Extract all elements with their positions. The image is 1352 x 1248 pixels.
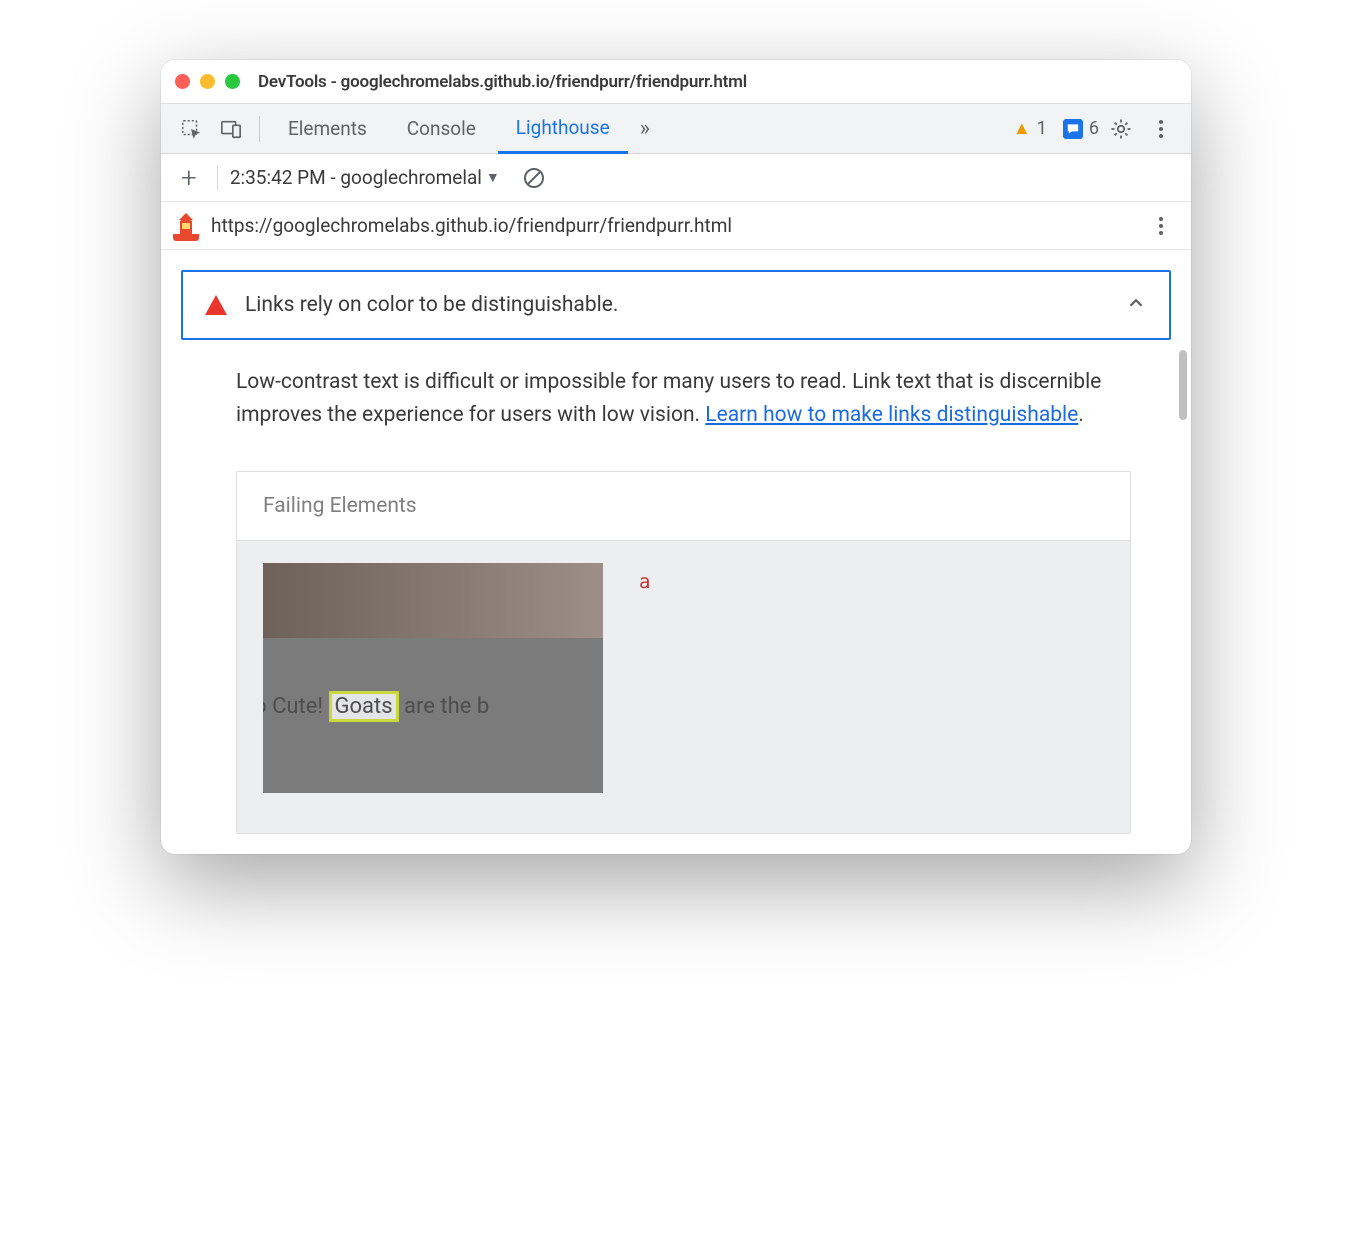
tab-elements[interactable]: Elements (270, 104, 385, 154)
chevron-down-icon: ▼ (486, 169, 500, 186)
zoom-window-button[interactable] (225, 74, 240, 89)
report-select[interactable]: 2:35:42 PM - googlechromelal ▼ (230, 166, 500, 189)
report-menu-button[interactable] (1143, 208, 1179, 244)
lighthouse-subbar: + 2:35:42 PM - googlechromelal ▼ (161, 154, 1191, 202)
scrollbar-thumb[interactable] (1179, 350, 1187, 420)
audit-header[interactable]: Links rely on color to be distinguishabl… (181, 270, 1171, 340)
divider (217, 166, 218, 190)
failing-elements-box: Failing Elements So Cute! Goats are the … (236, 471, 1131, 834)
new-report-button[interactable]: + (173, 161, 205, 194)
traffic-lights (175, 74, 240, 89)
clear-icon[interactable] (520, 164, 548, 192)
highlighted-link-text: Goats (329, 691, 399, 722)
tab-lighthouse[interactable]: Lighthouse (498, 104, 628, 154)
warning-icon: ▲ (1013, 118, 1031, 139)
tab-console[interactable]: Console (389, 104, 494, 154)
more-options-button[interactable] (1143, 111, 1179, 147)
devtools-window: DevTools - googlechromelabs.github.io/fr… (161, 60, 1191, 854)
caption-pre: So Cute! (263, 694, 329, 719)
warning-count: 1 (1037, 118, 1047, 139)
lighthouse-icon (173, 211, 199, 241)
message-count: 6 (1089, 118, 1099, 139)
report-url: https://googlechromelabs.github.io/frien… (211, 214, 732, 237)
more-tabs-button[interactable]: » (632, 116, 658, 141)
devtools-tabbar: Elements Console Lighthouse » ▲ 1 6 (161, 104, 1191, 154)
failing-body: So Cute! Goats are the b a (237, 541, 1130, 833)
issues-badges[interactable]: ▲ 1 6 (1013, 118, 1099, 139)
report-content: Links rely on color to be distinguishabl… (161, 250, 1191, 854)
fail-triangle-icon (205, 295, 227, 315)
caption-post: are the b (399, 694, 490, 719)
window-title: DevTools - googlechromelabs.github.io/fr… (258, 72, 747, 92)
inspect-element-icon[interactable] (173, 111, 209, 147)
learn-more-link[interactable]: Learn how to make links distinguishable (705, 403, 1078, 427)
element-tag[interactable]: a (639, 563, 650, 593)
failing-header: Failing Elements (237, 472, 1130, 541)
settings-icon[interactable] (1103, 111, 1139, 147)
chevron-up-icon (1125, 292, 1147, 318)
element-screenshot[interactable]: So Cute! Goats are the b (263, 563, 603, 793)
close-window-button[interactable] (175, 74, 190, 89)
report-url-bar: https://googlechromelabs.github.io/frien… (161, 202, 1191, 250)
report-label: 2:35:42 PM - googlechromelal (230, 166, 482, 189)
message-icon (1063, 119, 1083, 139)
audit-description-post: . (1078, 403, 1084, 427)
divider (259, 116, 260, 142)
minimize-window-button[interactable] (200, 74, 215, 89)
titlebar: DevTools - googlechromelabs.github.io/fr… (161, 60, 1191, 104)
audit-title: Links rely on color to be distinguishabl… (245, 293, 1107, 317)
device-toolbar-icon[interactable] (213, 111, 249, 147)
audit-description: Low-contrast text is difficult or imposs… (181, 358, 1171, 453)
